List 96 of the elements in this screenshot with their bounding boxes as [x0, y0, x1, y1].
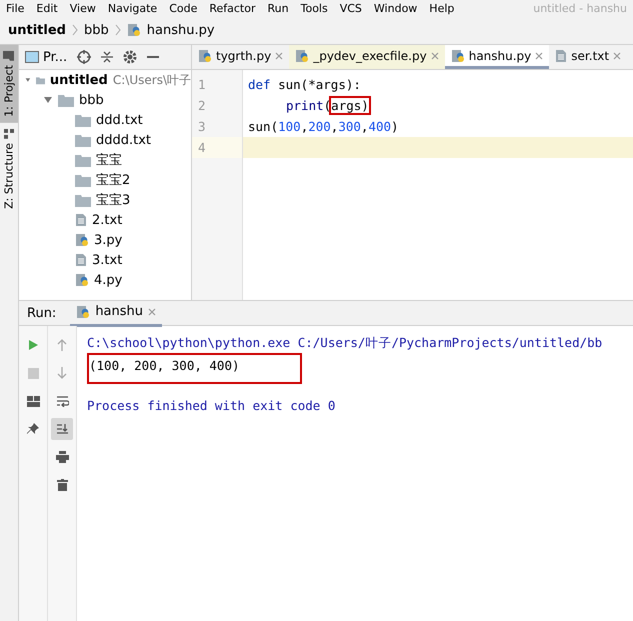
run-label: Run: [27, 306, 56, 320]
close-icon[interactable] [535, 52, 544, 60]
tree-item-label: dddd.txt [96, 132, 152, 148]
tree-item[interactable]: 3.txt [19, 250, 191, 270]
menu-item[interactable]: Refactor [209, 2, 256, 14]
console-line: C:\school\python\python.exe C:/Users/叶子/PycharmProjects/untitled/bb [87, 334, 602, 352]
tree-item-label: bbb [79, 92, 104, 108]
view-selector[interactable]: Pr... [25, 50, 68, 64]
tree-item-label: 宝宝2 [96, 172, 130, 189]
tree-item[interactable]: ddd.txt [19, 110, 191, 130]
folder-icon [75, 174, 91, 186]
breadcrumb-item[interactable]: untitled [8, 22, 66, 38]
python-file-icon [198, 48, 212, 62]
python-file-icon [75, 233, 89, 247]
python-file-icon [295, 48, 310, 62]
python-file-icon [126, 23, 141, 37]
window-icon [25, 51, 39, 63]
line-number: 1 [197, 76, 207, 94]
scroll-end-button[interactable] [51, 418, 73, 440]
tree-item[interactable]: 2.txt [19, 210, 191, 230]
soft-wrap-icon [56, 395, 68, 407]
tree-item-label: untitled [50, 72, 108, 88]
close-icon[interactable] [275, 52, 284, 60]
text-file-icon [555, 48, 568, 62]
side-tab[interactable]: 1: Project [0, 45, 18, 123]
tree-item[interactable]: 宝宝 [19, 150, 191, 170]
menu-item[interactable]: File [6, 2, 24, 14]
trash-icon [56, 479, 68, 491]
pin-icon [27, 423, 39, 435]
tree-item-label: 4.py [94, 272, 122, 288]
layout-icon [26, 396, 40, 406]
breadcrumb-item[interactable]: hanshu.py [146, 22, 215, 38]
side-tab-label: 1: Project [2, 65, 16, 117]
close-icon[interactable] [148, 308, 156, 316]
python-file-icon [76, 304, 90, 318]
line-number: 2 [197, 97, 207, 115]
window-title: untitled - hanshu [533, 2, 627, 14]
tree-item-label: 3.txt [92, 252, 122, 268]
settings-icon[interactable] [123, 50, 138, 64]
python-file-icon [450, 48, 465, 62]
collapse-icon[interactable] [101, 50, 114, 64]
tree-item-label: 2.txt [92, 212, 122, 228]
expand-arrow-icon[interactable] [43, 95, 53, 105]
code-editor[interactable]: 1 2 3 4 def sun(*args): print(args) sun(100,200,300,400) [192, 70, 633, 300]
tree-item[interactable]: 3.py [19, 230, 191, 250]
text-file-icon [75, 213, 87, 227]
folder-icon [75, 194, 91, 206]
folder-icon [4, 51, 14, 61]
close-icon[interactable] [613, 52, 622, 60]
tree-item[interactable]: 宝宝3 [19, 190, 191, 210]
tree-item[interactable]: dddd.txt [19, 130, 191, 150]
tree-item-label: ddd.txt [96, 112, 143, 128]
tree-item-label: 宝宝3 [96, 192, 130, 209]
line-number: 3 [197, 118, 207, 136]
menu-item[interactable]: Edit [36, 2, 58, 14]
line-number: 4 [192, 137, 242, 158]
folder-icon [58, 94, 74, 106]
side-tab[interactable]: Z: Structure [0, 122, 18, 215]
tree-item[interactable]: 4.py [19, 270, 191, 290]
menu-item[interactable]: Help [429, 2, 454, 14]
editor-tab[interactable]: _pydev_execfile.py [289, 45, 445, 69]
run-icon [27, 339, 39, 351]
side-tab-label: Z: Structure [2, 142, 16, 209]
menu-item[interactable]: View [70, 2, 96, 14]
menu-item[interactable]: Window [374, 2, 418, 14]
minimize-icon[interactable] [147, 55, 160, 59]
menu-item[interactable]: Run [268, 2, 289, 14]
folder-icon [75, 114, 91, 126]
folder-icon [75, 134, 91, 146]
tree-item-label: 3.py [94, 232, 122, 248]
text-file-icon [75, 253, 87, 267]
structure-icon [4, 128, 14, 139]
print-icon [56, 451, 68, 463]
close-icon[interactable] [430, 52, 439, 60]
tree-item-label: 宝宝 [96, 152, 122, 169]
chevron-icon [72, 24, 78, 36]
tree-item[interactable]: untitled C:\Users\叶子 [19, 70, 191, 90]
project-path: C:\Users\叶子 [112, 72, 191, 88]
editor-tab[interactable]: hanshu.py [444, 45, 550, 69]
locate-icon[interactable] [77, 50, 92, 64]
stop-icon [28, 368, 38, 378]
tree-item[interactable]: 宝宝2 [19, 170, 191, 190]
python-file-icon [75, 273, 89, 287]
breadcrumb-item[interactable]: bbb [84, 22, 109, 38]
folder-icon [75, 154, 91, 166]
up-arrow-icon [57, 339, 67, 351]
console-line: Process finished with exit code 0 [87, 397, 336, 415]
menu-item[interactable]: Navigate [108, 2, 158, 14]
menu-item[interactable]: Tools [300, 2, 328, 14]
menu-item[interactable]: VCS [340, 2, 362, 14]
menu-item[interactable]: Code [169, 2, 198, 14]
down-arrow-icon [57, 367, 67, 379]
scroll-to-end-icon [56, 423, 68, 435]
run-tab[interactable]: hanshu [70, 300, 162, 326]
tree-item[interactable]: bbb [19, 90, 191, 110]
chevron-icon [114, 24, 121, 36]
